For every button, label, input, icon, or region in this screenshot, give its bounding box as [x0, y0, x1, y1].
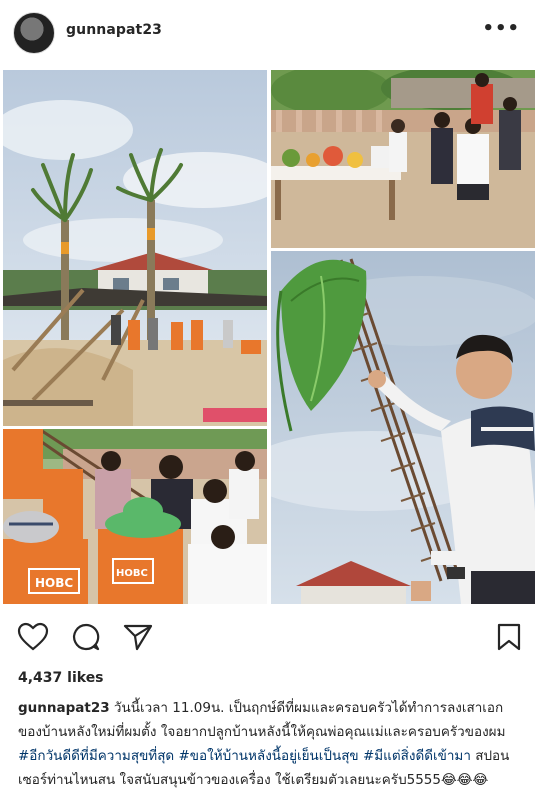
comment-icon[interactable] [71, 622, 101, 652]
photo-man-with-pillar [271, 251, 535, 604]
likes-count[interactable]: 4,437 likes [18, 670, 104, 686]
photo-collage[interactable]: HOBC HOBC [0, 66, 538, 610]
photo-ceremony [271, 70, 535, 248]
action-bar [0, 610, 538, 668]
hashtag[interactable]: #มีแต่สิ่งดีดีเข้ามา [363, 748, 471, 764]
shirt-logo-text: HOBC [35, 576, 73, 590]
more-options-icon[interactable]: ••• [482, 20, 520, 38]
shirt-logo-text: HOBC [116, 568, 148, 579]
avatar[interactable] [13, 12, 55, 54]
bookmark-icon[interactable] [496, 622, 522, 652]
hashtag[interactable]: #อีกวันดีดีที่มีความสุขที่สุด [18, 748, 174, 764]
photo-construction-site [3, 70, 267, 426]
post-header: gunnapat23 ••• [0, 0, 538, 67]
heart-icon[interactable] [17, 622, 49, 652]
share-icon[interactable] [122, 622, 154, 652]
photo-group-lifting: HOBC HOBC [3, 429, 267, 604]
post-caption: gunnapat23 วันนี้เวลา 11.09น. เป็นฤกษ์ดี… [18, 696, 526, 792]
hashtag[interactable]: #ขอให้บ้านหลังนี้อยู่เย็นเป็นสุข [179, 748, 359, 764]
emoji: 😂😂😂 [441, 772, 489, 788]
username[interactable]: gunnapat23 [66, 22, 162, 38]
caption-username[interactable]: gunnapat23 [18, 700, 110, 716]
